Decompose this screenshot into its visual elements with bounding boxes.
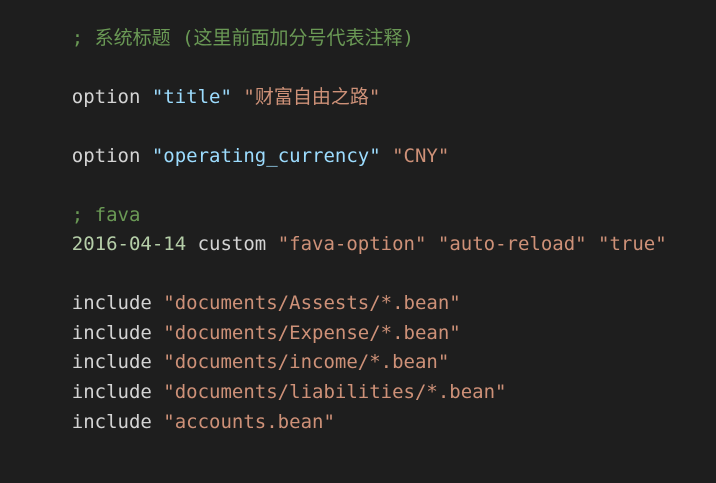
code-line-comment-fava: ; fava (26, 173, 141, 226)
custom-date: 2016-04-14 (71, 233, 187, 255)
custom-arg-3: "true" (598, 233, 667, 255)
custom-arg-1: "fava-option" (277, 233, 427, 255)
option-keyword: option (71, 86, 141, 108)
option-keyword: option (71, 145, 141, 167)
option-value: "财富自由之路" (243, 86, 381, 108)
custom-arg-2: "auto-reload" (437, 233, 587, 255)
include-path: "accounts.bean" (163, 411, 335, 433)
code-line-option-title: option "title" "财富自由之路" (26, 55, 381, 108)
code-line-include: include "documents/liabilities/*.bean" (26, 350, 507, 403)
option-key: "operating_currency" (151, 145, 381, 167)
code-line-custom: 2016-04-14 custom "fava-option" "auto-re… (26, 202, 667, 255)
code-line-include: include "documents/income/*.bean" (26, 320, 450, 373)
include-keyword: include (71, 411, 152, 433)
code-editor[interactable]: ; 系统标题 (这里前面加分号代表注释) option "title" "财富自… (0, 0, 716, 483)
option-value: "CNY" (392, 145, 450, 167)
code-line-option-currency: option "operating_currency" "CNY" (26, 114, 450, 167)
code-line-include: include "accounts.bean" (26, 380, 335, 433)
comment-text: ; 系统标题 (这里前面加分号代表注释) (71, 27, 414, 49)
custom-keyword: custom (197, 233, 267, 255)
code-line-comment-title: ; 系统标题 (这里前面加分号代表注释) (26, 0, 414, 49)
option-key: "title" (151, 86, 232, 108)
code-line-include: include "documents/Expense/*.bean" (26, 291, 461, 344)
code-line-include: include "documents/Assests/*.bean" (26, 261, 461, 314)
